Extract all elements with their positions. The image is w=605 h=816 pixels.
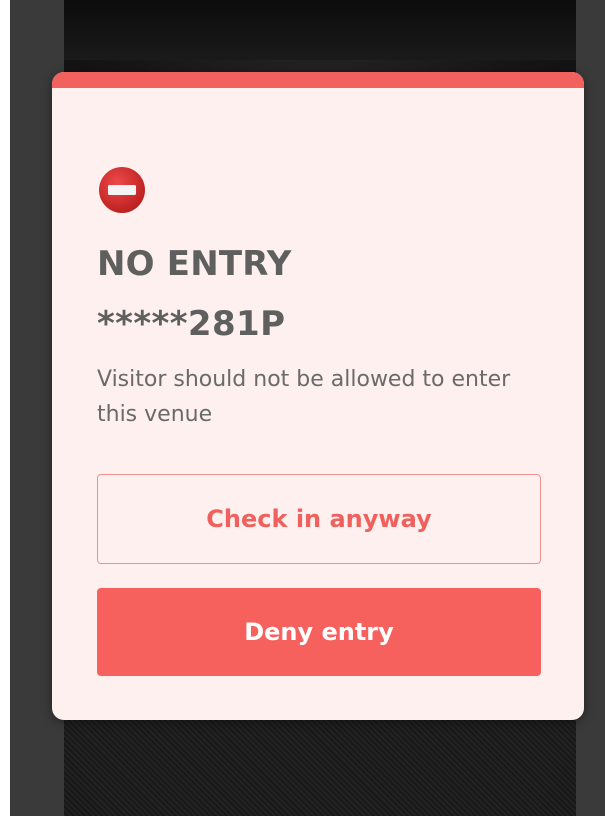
phone-frame: NO ENTRY *****281P Visitor should not be… bbox=[10, 0, 605, 816]
dialog-title: NO ENTRY bbox=[97, 244, 292, 284]
dialog-accent-bar bbox=[52, 72, 584, 88]
camera-top-band bbox=[64, 0, 576, 60]
visitor-id: *****281P bbox=[97, 304, 286, 344]
check-in-anyway-button[interactable]: Check in anyway bbox=[97, 474, 541, 564]
no-entry-dialog: NO ENTRY *****281P Visitor should not be… bbox=[52, 72, 584, 720]
dialog-message: Visitor should not be allowed to enter t… bbox=[97, 367, 511, 427]
no-entry-icon bbox=[99, 167, 145, 213]
deny-entry-button[interactable]: Deny entry bbox=[97, 588, 541, 676]
